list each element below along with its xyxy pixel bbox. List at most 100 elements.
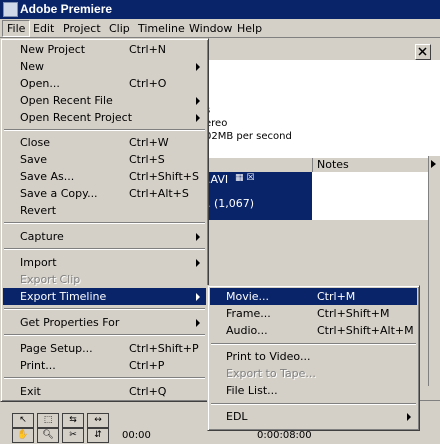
menu-item-import[interactable]: Import <box>3 254 206 271</box>
menu-item-label: Open Recent Project <box>20 111 133 124</box>
menu-item-frame[interactable]: Frame... Ctrl+Shift+M <box>210 305 417 322</box>
clip-info-line: 02MB per second <box>205 131 292 142</box>
menu-item-save-a-copy[interactable]: Save a Copy... Ctrl+Alt+S <box>3 185 206 202</box>
menu-item-label: Import <box>20 256 57 269</box>
menu-window[interactable]: Window <box>185 21 236 36</box>
menu-help[interactable]: Help <box>233 21 266 36</box>
menu-item-shortcut: Ctrl+Shift+M <box>317 307 390 320</box>
menu-item-get-properties-for[interactable]: Get Properties For <box>3 314 206 331</box>
razor-tool-icon[interactable]: ✂ <box>62 428 84 443</box>
menu-item-page-setup[interactable]: Page Setup... Ctrl+Shift+P <box>3 340 206 357</box>
menu-separator <box>211 403 416 405</box>
menu-item-label: New Project <box>20 43 86 56</box>
menu-separator <box>211 343 416 345</box>
menu-item-audio[interactable]: Audio... Ctrl+Shift+Alt+M <box>210 322 417 339</box>
track-select-tool-icon[interactable]: ⇆ <box>62 413 84 428</box>
menu-item-label: Open Recent File <box>20 94 113 107</box>
menu-item-label: Get Properties For <box>20 316 120 329</box>
menu-item-shortcut: Ctrl+M <box>317 290 356 303</box>
menu-timeline[interactable]: Timeline <box>134 21 189 36</box>
menu-item-open[interactable]: Open... Ctrl+O <box>3 75 206 92</box>
submenu-arrow-icon <box>196 63 200 71</box>
clip-name: .AVI <box>207 173 229 186</box>
zoom-tool-icon[interactable]: 🔍︎ <box>37 428 59 443</box>
scroll-right-arrow-icon <box>431 160 436 168</box>
menu-item-exit[interactable]: Exit Ctrl+Q <box>3 383 206 400</box>
menu-item-print-to-video[interactable]: Print to Video... <box>210 348 417 365</box>
menu-clip[interactable]: Clip <box>105 21 134 36</box>
menu-item-label: Page Setup... <box>20 342 93 355</box>
submenu-arrow-icon <box>407 413 411 421</box>
menu-item-print[interactable]: Print... Ctrl+P <box>3 357 206 374</box>
menu-item-shortcut: Ctrl+O <box>129 77 167 90</box>
clip-type-icon: ▦ ☒ <box>235 173 255 183</box>
menu-item-movie[interactable]: Movie... Ctrl+M <box>210 288 417 305</box>
time-ruler[interactable]: 00:00 0:00:08:00 <box>122 430 440 443</box>
menu-item-label: Revert <box>20 204 57 217</box>
clip-info: s ereo 02MB per second <box>205 104 440 144</box>
selection-tool-icon[interactable]: ↖ <box>12 413 34 428</box>
menu-item-label: Audio... <box>226 324 268 337</box>
menu-bar: File Edit Project Clip Timeline Window H… <box>0 19 440 38</box>
menu-separator <box>4 334 205 336</box>
timecode-left: 00:00 <box>122 430 151 441</box>
menu-item-export-timeline[interactable]: Export Timeline <box>3 288 206 305</box>
timecode-right: 0:00:08:00 <box>257 430 312 441</box>
notes-cell <box>312 172 432 220</box>
selected-clip-row[interactable]: .AVI ▦ ☒ . (1,067) <box>205 172 312 220</box>
menu-item-edl[interactable]: EDL <box>210 408 417 425</box>
notes-column-header[interactable]: Notes <box>312 158 349 172</box>
window-title: Adobe Premiere <box>20 2 113 16</box>
submenu-arrow-icon <box>196 97 200 105</box>
menu-item-shortcut: Ctrl+Alt+S <box>129 187 189 200</box>
menu-item-open-recent-project[interactable]: Open Recent Project <box>3 109 206 126</box>
menu-item-label: EDL <box>226 410 248 423</box>
export-timeline-submenu: Movie... Ctrl+M Frame... Ctrl+Shift+M Au… <box>207 285 420 431</box>
menu-item-export-to-tape: Export to Tape... <box>210 365 417 382</box>
vertical-scrollbar[interactable] <box>428 156 440 386</box>
menu-item-shortcut: Ctrl+P <box>129 359 165 372</box>
timeline-toolbox: ↖ ⬚ ⇆ ↔ ✋ 🔍︎ ✂ ⇵ <box>12 413 122 443</box>
menu-edit[interactable]: Edit <box>29 21 58 36</box>
window-close-button[interactable] <box>415 44 431 60</box>
menu-item-label: Close <box>20 136 50 149</box>
menu-item-label: Save <box>20 153 48 166</box>
menu-item-shortcut: Ctrl+Shift+Alt+M <box>317 324 414 337</box>
hand-tool-icon[interactable]: ✋ <box>12 428 34 443</box>
menu-item-save[interactable]: Save Ctrl+S <box>3 151 206 168</box>
menu-item-label: New <box>20 60 44 73</box>
submenu-arrow-icon <box>196 114 200 122</box>
menu-item-label: File List... <box>226 384 278 397</box>
menu-item-label: Movie... <box>226 290 270 303</box>
menu-item-label: Save As... <box>20 170 75 183</box>
menu-file[interactable]: File <box>2 20 31 37</box>
menu-item-close[interactable]: Close Ctrl+W <box>3 134 206 151</box>
menu-item-capture[interactable]: Capture <box>3 228 206 245</box>
menu-item-shortcut: Ctrl+W <box>129 136 169 149</box>
submenu-arrow-icon <box>196 259 200 267</box>
in-out-tool-icon[interactable]: ⇵ <box>87 428 109 443</box>
close-icon <box>418 47 427 56</box>
menu-item-file-list[interactable]: File List... <box>210 382 417 399</box>
menu-item-shortcut: Ctrl+Shift+S <box>129 170 199 183</box>
menu-item-label: Print to Video... <box>226 350 311 363</box>
clip-info-line: ereo <box>205 118 228 129</box>
ripple-edit-tool-icon[interactable]: ↔ <box>87 413 109 428</box>
menu-item-shortcut: Ctrl+N <box>129 43 167 56</box>
menu-item-label: Open... <box>20 77 60 90</box>
menu-item-shortcut: Ctrl+Shift+P <box>129 342 199 355</box>
submenu-arrow-icon <box>196 233 200 241</box>
menu-item-revert[interactable]: Revert <box>3 202 206 219</box>
menu-item-shortcut: Ctrl+Q <box>129 385 167 398</box>
menu-item-label: Export Clip <box>20 273 81 286</box>
menu-item-new[interactable]: New <box>3 58 206 75</box>
menu-item-open-recent-file[interactable]: Open Recent File <box>3 92 206 109</box>
submenu-arrow-icon <box>196 293 200 301</box>
menu-item-save-as[interactable]: Save As... Ctrl+Shift+S <box>3 168 206 185</box>
menu-item-label: Save a Copy... <box>20 187 98 200</box>
submenu-arrow-icon <box>196 319 200 327</box>
menu-item-new-project[interactable]: New Project Ctrl+N <box>3 41 206 58</box>
menu-separator <box>4 308 205 310</box>
menu-project[interactable]: Project <box>59 21 105 36</box>
marquee-tool-icon[interactable]: ⬚ <box>37 413 59 428</box>
